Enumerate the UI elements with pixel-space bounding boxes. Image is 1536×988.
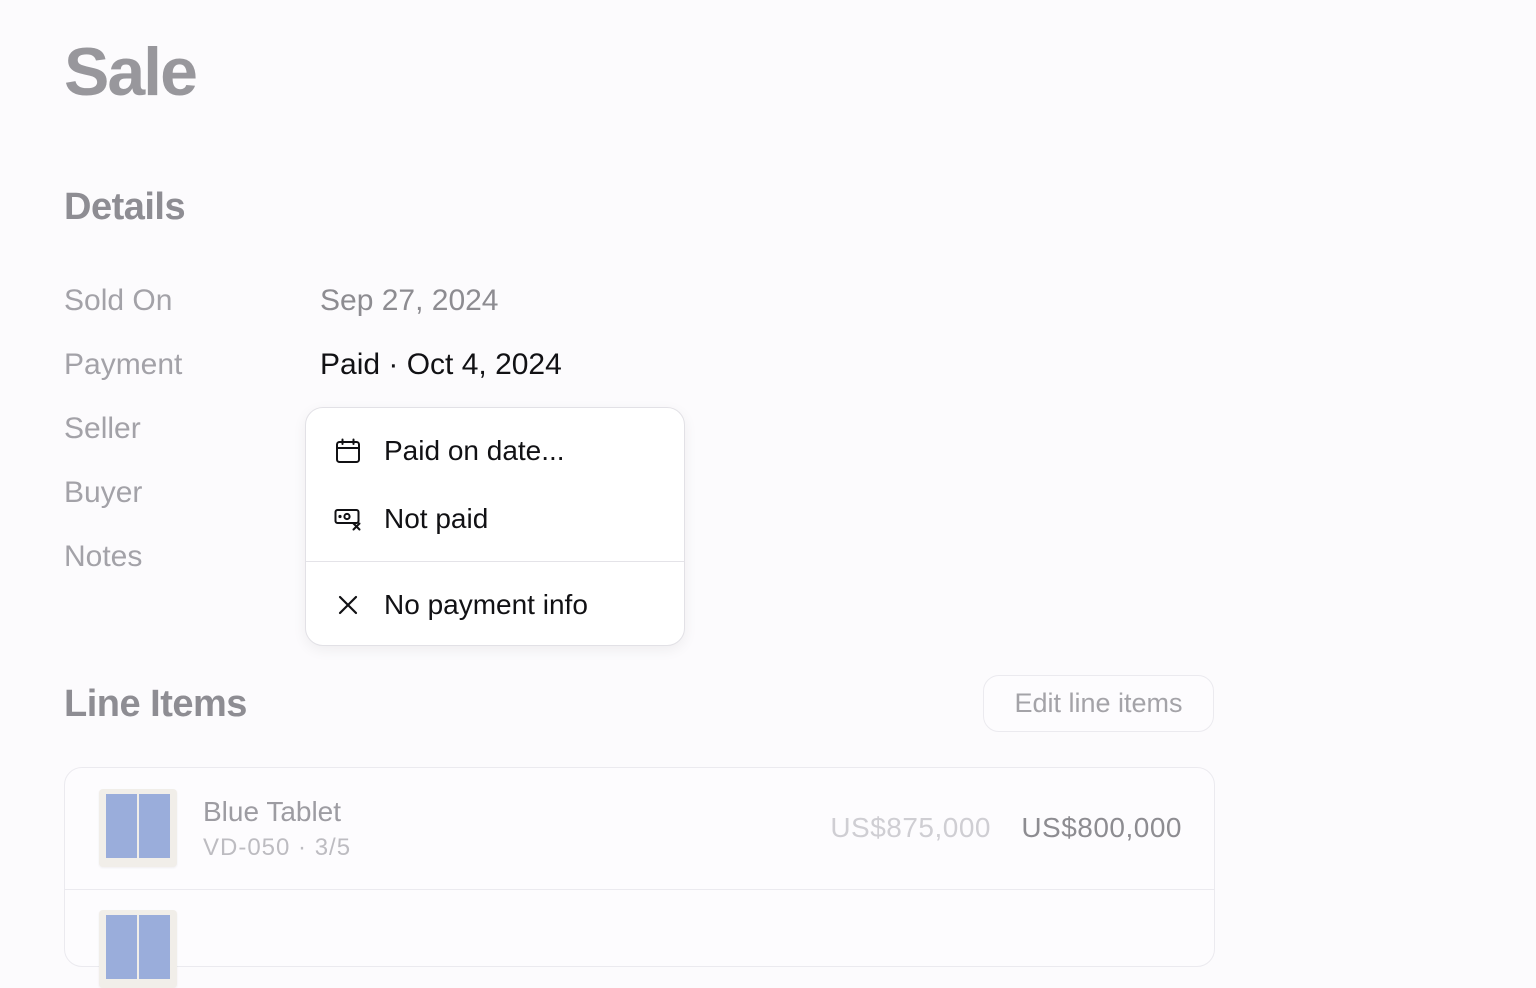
item-thumbnail xyxy=(99,789,177,867)
seller-label: Seller xyxy=(64,412,141,445)
row-divider xyxy=(65,889,1214,890)
payment-label: Payment xyxy=(64,348,183,381)
edit-line-items-button[interactable]: Edit line items xyxy=(983,675,1214,732)
menu-item-no-payment-info[interactable]: No payment info xyxy=(306,575,684,635)
payment-value[interactable]: Paid · Oct 4, 2024 xyxy=(320,348,562,382)
item-name: Blue Tablet xyxy=(203,796,342,827)
close-icon xyxy=(334,591,362,619)
calendar-icon xyxy=(334,437,362,465)
menu-item-not-paid[interactable]: Not paid xyxy=(306,489,684,549)
sold-on-value[interactable]: Sep 27, 2024 xyxy=(320,284,499,318)
line-items-list: Blue Tablet VD-050 · 3/5 US$875,000 US$8… xyxy=(64,767,1215,988)
money-off-icon xyxy=(334,505,362,533)
menu-item-label: Not paid xyxy=(384,503,489,534)
item-sku: VD-050 · 3/5 xyxy=(203,834,352,861)
details-heading: Details xyxy=(64,186,186,228)
menu-divider xyxy=(306,561,684,562)
menu-item-paid-on-date[interactable]: Paid on date... xyxy=(306,421,684,481)
sale-page: Sale Details Sold On Sep 27, 2024 Paymen… xyxy=(0,0,1536,988)
line-items-heading: Line Items xyxy=(64,683,247,725)
menu-item-label: Paid on date... xyxy=(384,435,565,466)
item-original-price: US$875,000 xyxy=(830,812,991,843)
item-thumbnail xyxy=(99,910,177,988)
item-price: US$800,000 xyxy=(1021,812,1182,843)
notes-label: Notes xyxy=(64,540,143,573)
page-title: Sale xyxy=(64,34,198,110)
buyer-label: Buyer xyxy=(64,476,143,509)
menu-item-label: No payment info xyxy=(384,589,588,620)
sold-on-label: Sold On xyxy=(64,284,173,317)
payment-dropdown-menu: Paid on date... Not paid No payment info xyxy=(305,407,685,646)
